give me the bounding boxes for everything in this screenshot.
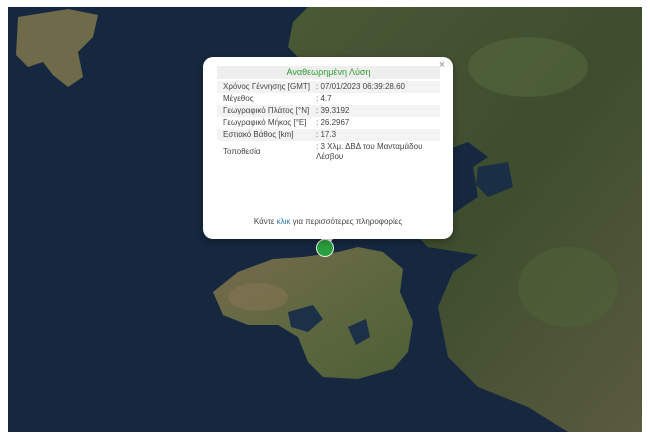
info-value: : 3 Χλμ. ΔΒΔ του Μανταμάδου Λέσβου — [316, 142, 423, 161]
info-value: : 39.3192 — [314, 105, 440, 117]
terrain-patch — [518, 247, 618, 327]
info-value: : 17.3 — [314, 129, 440, 141]
more-info-link[interactable]: κλικ — [277, 217, 291, 226]
info-label: Χρόνος Γέννησης [GMT] — [217, 81, 314, 93]
info-label: Γεωγραφικό Μήκος [°E] — [223, 118, 307, 127]
info-value: : 26.2967 — [316, 118, 350, 127]
info-row: Τοποθεσία : 3 Χλμ. ΔΒΔ του Μανταμάδου Λέσ… — [217, 141, 440, 163]
info-label: Γεωγραφικό Πλάτος [°N] — [217, 105, 314, 117]
info-value: : 07/01/2023 06:39:28.60 — [314, 81, 440, 93]
info-label: Μέγεθος — [223, 94, 254, 103]
info-label: Τοποθεσία — [223, 147, 261, 156]
info-row: Χρόνος Γέννησης [GMT]: 07/01/2023 06:39:… — [217, 81, 440, 93]
info-row: Γεωγραφικό Μήκος [°E] : 26.2967 — [217, 117, 440, 129]
footer-text-before: Κάντε — [253, 217, 277, 226]
footer-text-after: για περισσότερες πληροφορίες — [290, 217, 403, 226]
info-row: Μέγεθος : 4.7 — [217, 93, 440, 105]
terrain-patch — [468, 37, 588, 97]
info-row: Εστιακό Βάθος [km]: 17.3 — [217, 129, 440, 141]
popup-title: Αναθεωρημένη Λύση — [217, 66, 440, 79]
popup-footer: Κάντε κλικ για περισσότερες πληροφορίες — [203, 217, 453, 226]
earthquake-info-popup: × Αναθεωρημένη Λύση Χρόνος Γέννησης [GMT… — [203, 57, 453, 239]
terrain-patch — [228, 283, 288, 311]
epicenter-marker-icon[interactable] — [316, 239, 334, 257]
info-label: Εστιακό Βάθος [km] — [217, 129, 314, 141]
info-value: : 4.7 — [316, 94, 332, 103]
info-row: Γεωγραφικό Πλάτος [°N]: 39.3192 — [217, 105, 440, 117]
info-table: Χρόνος Γέννησης [GMT]: 07/01/2023 06:39:… — [217, 81, 440, 163]
